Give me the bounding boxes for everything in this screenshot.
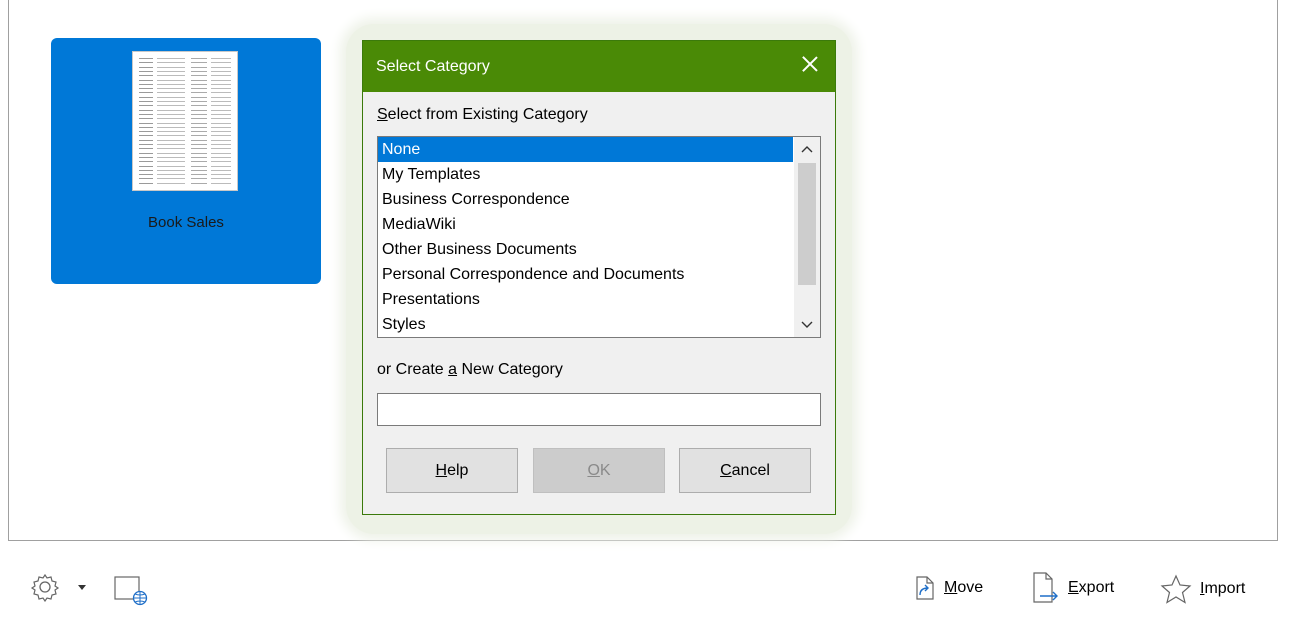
settings-dropdown[interactable] xyxy=(78,585,86,591)
cancel-button[interactable]: Cancel xyxy=(679,448,811,493)
list-item[interactable]: None xyxy=(378,137,793,162)
list-item[interactable]: Styles xyxy=(378,312,793,337)
template-preview-image xyxy=(132,51,238,191)
list-item[interactable]: Business Correspondence xyxy=(378,187,793,212)
list-item[interactable]: Other Business Documents xyxy=(378,237,793,262)
gear-icon xyxy=(30,573,60,602)
select-category-dialog: Select Category Select from Existing Cat… xyxy=(362,40,836,515)
online-templates-icon xyxy=(114,576,148,606)
ok-button[interactable]: OK xyxy=(533,448,665,493)
bottom-toolbar: Move Export Import xyxy=(0,560,1293,623)
category-listbox[interactable]: None My Templates Business Correspondence M… xyxy=(377,136,821,338)
scroll-up-icon[interactable] xyxy=(794,137,820,161)
settings-button[interactable] xyxy=(30,572,60,602)
close-icon[interactable] xyxy=(799,53,821,75)
listbox-scrollbar[interactable] xyxy=(794,137,820,337)
export-icon xyxy=(1033,572,1058,603)
scrollbar-thumb[interactable] xyxy=(798,163,816,285)
list-item[interactable]: My Templates xyxy=(378,162,793,187)
list-item[interactable]: Personal Correspondence and Documents xyxy=(378,262,793,287)
online-templates-button[interactable] xyxy=(112,572,148,606)
dialog-title: Select Category xyxy=(376,57,490,75)
existing-category-label: Select from Existing Category xyxy=(377,106,588,123)
help-button[interactable]: Help xyxy=(386,448,518,493)
export-label: Export xyxy=(1068,579,1115,596)
export-button[interactable]: Export xyxy=(1030,572,1114,604)
move-label: Move xyxy=(944,579,984,596)
import-button[interactable]: Import xyxy=(1160,574,1245,604)
caret-down-icon xyxy=(78,585,86,590)
move-icon xyxy=(916,576,934,600)
list-item[interactable]: MediaWiki xyxy=(378,212,793,237)
list-item[interactable]: Presentations xyxy=(378,287,793,312)
scroll-down-icon[interactable] xyxy=(794,313,820,337)
template-thumbnail[interactable]: Book Sales xyxy=(51,38,321,284)
template-name: Book Sales xyxy=(148,214,224,231)
star-icon xyxy=(1160,574,1192,604)
new-category-input[interactable] xyxy=(377,393,821,426)
import-label: Import xyxy=(1200,580,1246,597)
dialog-titlebar[interactable]: Select Category xyxy=(363,41,835,92)
move-button[interactable]: Move xyxy=(914,576,983,600)
new-category-label: or Create a New Category xyxy=(377,361,563,378)
